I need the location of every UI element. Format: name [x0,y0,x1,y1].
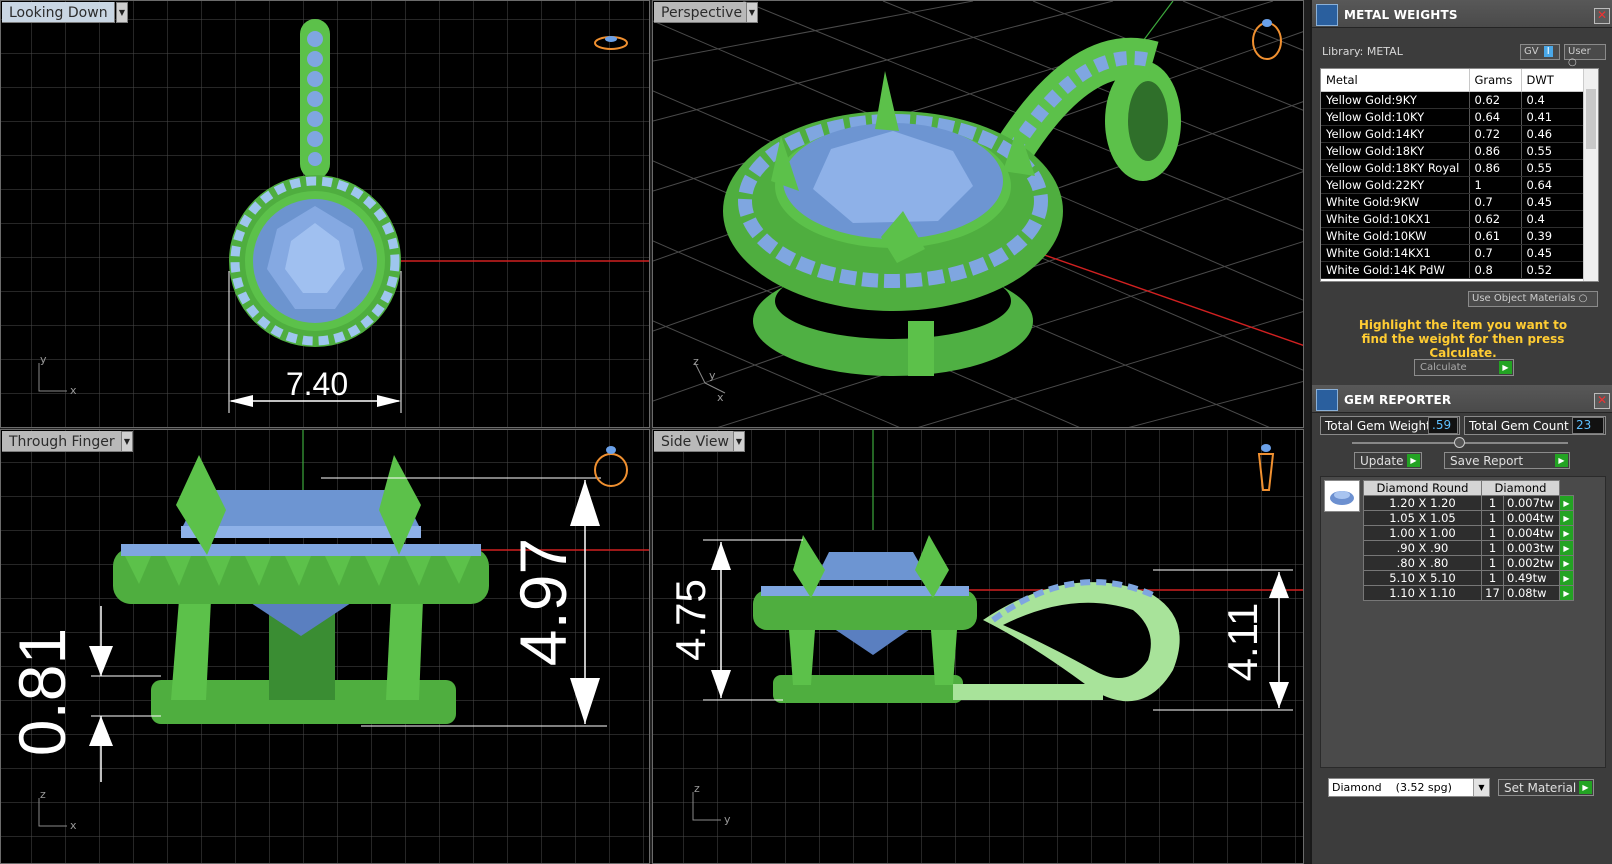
grid: 4.97 0.81 [1,430,649,863]
viewport-menu-button[interactable]: ▼ [121,431,133,452]
grid: 4.75 4.11 [653,430,1303,863]
perspective-grid [653,1,1303,427]
user-toggle[interactable]: User ○ [1564,44,1606,68]
viewport-label[interactable]: Side View [654,431,736,452]
panel-title: GEM REPORTER [1344,393,1452,407]
diamond-thumbnail [1330,491,1354,505]
table-row[interactable]: White Gold:10KW 0.61 0.39 [1321,227,1585,245]
metal-table[interactable]: Metal Grams DWT Yellow Gold:9KY 0.62 0.4 Y… [1320,68,1599,282]
dimension-setting-height: 4.75 [667,579,714,661]
dimension-bail-height: 4.11 [1219,603,1266,682]
play-icon[interactable]: ▶ [1559,495,1574,511]
viewport-label[interactable]: Perspective [654,2,750,23]
table-row[interactable]: 1.10 X 1.10 17 0.08tw ▶ [1363,585,1574,601]
column-header-metal[interactable]: Metal [1321,69,1470,92]
play-icon[interactable]: ▶ [1559,570,1574,586]
viewport-label[interactable]: Through Finger [2,431,122,452]
chevron-down-icon[interactable]: ▼ [1473,779,1489,796]
axis-label-y: y [709,369,716,382]
play-icon[interactable]: ▶ [1559,585,1574,601]
dimension-width: 7.40 [286,366,348,402]
table-row[interactable]: Yellow Gold:18KY Royal 0.86 0.55 [1321,159,1585,177]
gem-reporter-header: GEM REPORTER ✕ [1312,385,1612,413]
viewport-menu-button[interactable]: ▼ [746,2,758,23]
column-header-shape[interactable]: Diamond Round [1363,480,1482,496]
viewport-looking-down[interactable]: 7.40 Looking Down ▼ y x [0,0,650,428]
table-row[interactable]: 1.00 X 1.00 1 0.004tw ▶ [1363,525,1574,541]
gem-icon [1316,389,1338,411]
diamond-icon [1324,480,1360,512]
axis-label-z: z [694,782,700,795]
axis-label-y: y [724,813,731,826]
table-row[interactable]: 1.05 X 1.05 1 0.004tw ▶ [1363,510,1574,526]
gv-badge: I [1543,46,1553,57]
close-icon[interactable]: ✕ [1594,393,1610,409]
play-icon: ▶ [1407,454,1420,467]
column-header-type[interactable]: Diamond [1481,480,1560,496]
calculate-button[interactable]: Calculate ▶ [1414,359,1514,376]
viewport-through-finger[interactable]: 4.97 0.81 Through Finger ▼ z x [0,429,650,864]
gv-toggle[interactable]: GV I [1520,44,1560,60]
side-panel: METAL WEIGHTS ✕ Library: METAL GV I User… [1310,0,1612,864]
column-header-dwt[interactable]: DWT [1521,69,1585,92]
table-row[interactable]: Yellow Gold:22KY 1 0.64 [1321,176,1585,194]
grid: 7.40 [1,1,649,427]
set-material-button[interactable]: Set Material ▶ [1498,779,1594,796]
viewport-label[interactable]: Looking Down [2,2,115,23]
axis-label-z: z [693,355,699,368]
library-label: Library: METAL [1322,45,1403,58]
close-icon[interactable]: ✕ [1594,8,1610,24]
table-row[interactable]: .90 X .90 1 0.003tw ▶ [1363,540,1574,556]
table-row[interactable]: 5.10 X 5.10 1 0.49tw ▶ [1363,570,1574,586]
panel-title: METAL WEIGHTS [1344,8,1458,22]
dimension-height: 4.97 [506,538,580,666]
metal-table-scrollbar[interactable] [1583,69,1598,281]
play-icon: ▶ [1555,454,1568,467]
total-gem-count-value: 23 [1572,417,1604,434]
play-icon: ▶ [1499,361,1512,374]
play-icon[interactable]: ▶ [1559,525,1574,541]
table-row[interactable]: Yellow Gold:14KY 0.72 0.46 [1321,125,1585,143]
material-select[interactable]: Diamond (3.52 spg) ▼ [1328,778,1490,797]
play-icon: ▶ [1579,781,1592,794]
table-row[interactable]: White Gold:9KW 0.7 0.45 [1321,193,1585,211]
viewport-side-view[interactable]: 4.75 4.11 Side View ▼ z y [652,429,1304,864]
play-icon[interactable]: ▶ [1559,540,1574,556]
flask-icon [1316,4,1338,26]
table-row[interactable]: White Gold:14KX1 0.7 0.45 [1321,244,1585,262]
axis-label-x: x [70,384,77,397]
save-report-button[interactable]: Save Report ▶ [1444,452,1570,469]
use-object-materials-toggle[interactable]: Use Object Materials ○ [1468,291,1598,307]
table-row[interactable]: Yellow Gold:10KY 0.64 0.41 [1321,108,1585,126]
viewport-menu-button[interactable]: ▼ [733,431,745,452]
update-button[interactable]: Update ▶ [1354,452,1422,469]
dimension-offset: 0.81 [5,628,79,756]
axis-label-y: y [40,353,47,366]
table-row[interactable]: White Gold:14K PdW 0.8 0.52 [1321,261,1585,279]
table-row[interactable]: White Gold:10KX1 0.62 0.4 [1321,210,1585,228]
app-window: 7.40 Looking Down ▼ y x Perspective ▼ z … [0,0,1612,864]
column-header-grams[interactable]: Grams [1469,69,1522,92]
total-gem-weight-value: .59 [1428,417,1458,434]
hint-text: Highlight the item you want to find the … [1358,318,1568,360]
slider-handle[interactable] [1454,437,1465,448]
table-row[interactable]: .80 X .80 1 0.002tw ▶ [1363,555,1574,571]
viewport-perspective[interactable]: Perspective ▼ z y x [652,0,1304,428]
table-row[interactable]: Yellow Gold:18KY 0.86 0.55 [1321,142,1585,160]
table-row[interactable]: 1.20 X 1.20 1 0.007tw ▶ [1363,495,1574,511]
scrollbar-thumb[interactable] [1586,89,1596,149]
gem-table[interactable]: Diamond Round Diamond 1.20 X 1.20 1 0.007t… [1363,480,1574,601]
table-row[interactable]: Yellow Gold:9KY 0.62 0.4 [1321,91,1585,109]
metal-weights-header: METAL WEIGHTS ✕ [1312,0,1612,28]
viewport-menu-button[interactable]: ▼ [116,2,128,23]
play-icon[interactable]: ▶ [1559,510,1574,526]
gem-report-area: Diamond Round Diamond 1.20 X 1.20 1 0.007t… [1320,476,1606,768]
play-icon[interactable]: ▶ [1559,555,1574,571]
axis-label-z: z [40,788,46,801]
axis-label-x: x [717,391,724,404]
axis-label-x: x [70,819,77,832]
